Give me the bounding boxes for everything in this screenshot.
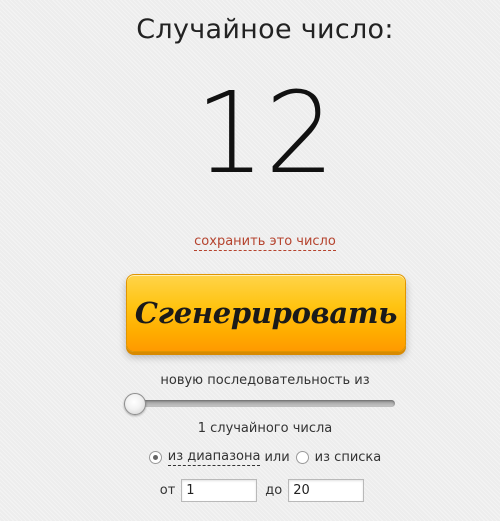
count-text: 1 случайного числа <box>197 421 333 436</box>
range-from-input[interactable] <box>181 479 258 502</box>
count-slider-knob[interactable] <box>124 393 146 415</box>
save-number-row: сохранить это число <box>0 230 500 251</box>
range-from-label: от <box>159 483 176 498</box>
range-to-input[interactable] <box>288 479 365 502</box>
radio-range[interactable] <box>148 451 162 464</box>
range-inputs: от до <box>0 479 500 502</box>
page-title: Случайное число: <box>136 14 394 45</box>
sequence-label: новую последовательность из <box>160 373 370 388</box>
random-number-display: 12 <box>195 69 335 199</box>
generate-button[interactable]: Сгенерировать <box>126 274 406 352</box>
save-number-link[interactable]: сохранить это число <box>194 234 336 251</box>
mode-selector: из диапазона или из списка <box>0 449 500 466</box>
radio-selected-icon <box>152 455 158 460</box>
generate-button-label: Сгенерировать <box>134 296 398 330</box>
mode-range-link[interactable]: из диапазона <box>167 449 261 466</box>
count-slider-track[interactable] <box>131 400 395 407</box>
radio-list[interactable] <box>295 451 309 464</box>
mode-or-label: или <box>264 450 290 465</box>
range-to-label: до <box>265 483 283 498</box>
mode-list-label[interactable]: из списка <box>315 450 382 465</box>
